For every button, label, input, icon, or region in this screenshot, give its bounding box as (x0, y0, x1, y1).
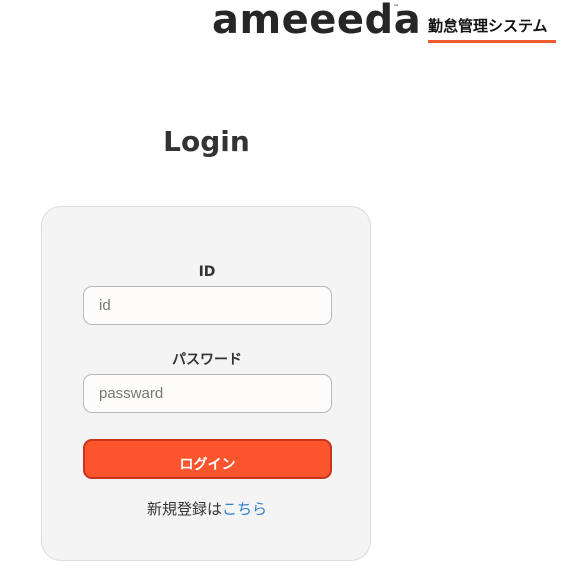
login-page: ameeeda ™ 勤怠管理システム Login ID パスワード ログイン 新… (0, 0, 574, 576)
ameeeda-logo: ameeeda (212, 0, 422, 43)
id-label: ID (198, 264, 216, 280)
register-link[interactable]: こちら (222, 500, 267, 518)
logo-trademark: ™ (393, 4, 399, 11)
system-name-underline (428, 40, 556, 43)
system-name: 勤怠管理システム (428, 17, 548, 35)
login-card: ID パスワード ログイン 新規登録はこちら (41, 206, 371, 561)
register-text: 新規登録は (146, 500, 222, 518)
register-prompt: 新規登録はこちら (42, 499, 372, 519)
page-title: Login (163, 125, 250, 158)
login-button[interactable]: ログイン (83, 439, 332, 479)
password-input[interactable] (83, 374, 332, 413)
id-input[interactable] (83, 286, 332, 325)
password-label: パスワード (172, 352, 242, 368)
